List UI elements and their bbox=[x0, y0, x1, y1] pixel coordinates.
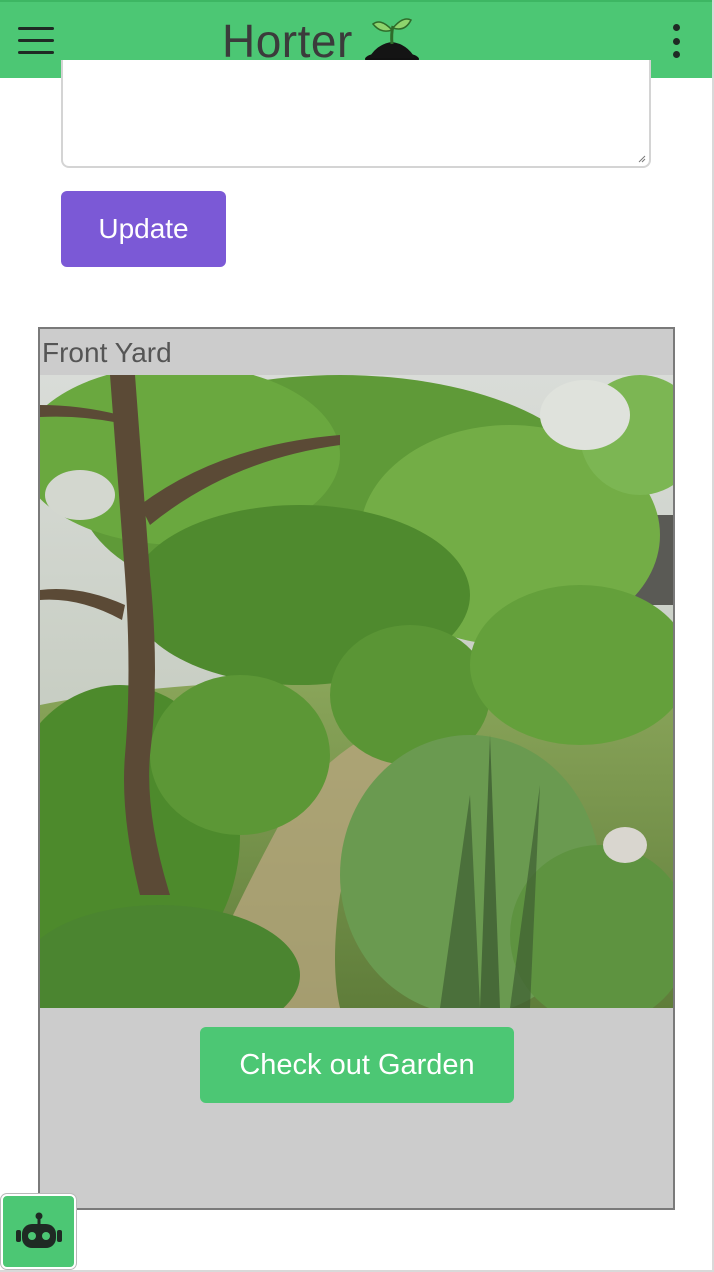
hamburger-menu-icon[interactable] bbox=[16, 24, 56, 58]
robot-icon[interactable] bbox=[1, 1194, 76, 1269]
garden-card: Front Yard Check out Garden bbox=[38, 327, 675, 1210]
check-out-garden-button[interactable]: Check out Garden bbox=[200, 1027, 514, 1103]
app-screen: Horter Update Front Yard Check out Garde… bbox=[0, 0, 714, 1272]
resize-grip-icon[interactable] bbox=[638, 155, 646, 163]
update-button[interactable]: Update bbox=[61, 191, 226, 267]
vertical-dots-icon[interactable] bbox=[666, 22, 686, 60]
garden-photo-image bbox=[40, 375, 673, 1008]
notes-textarea[interactable] bbox=[61, 60, 651, 168]
garden-photo[interactable] bbox=[40, 375, 673, 1008]
robot-glyph bbox=[15, 1212, 62, 1248]
garden-name: Front Yard bbox=[42, 337, 172, 368]
